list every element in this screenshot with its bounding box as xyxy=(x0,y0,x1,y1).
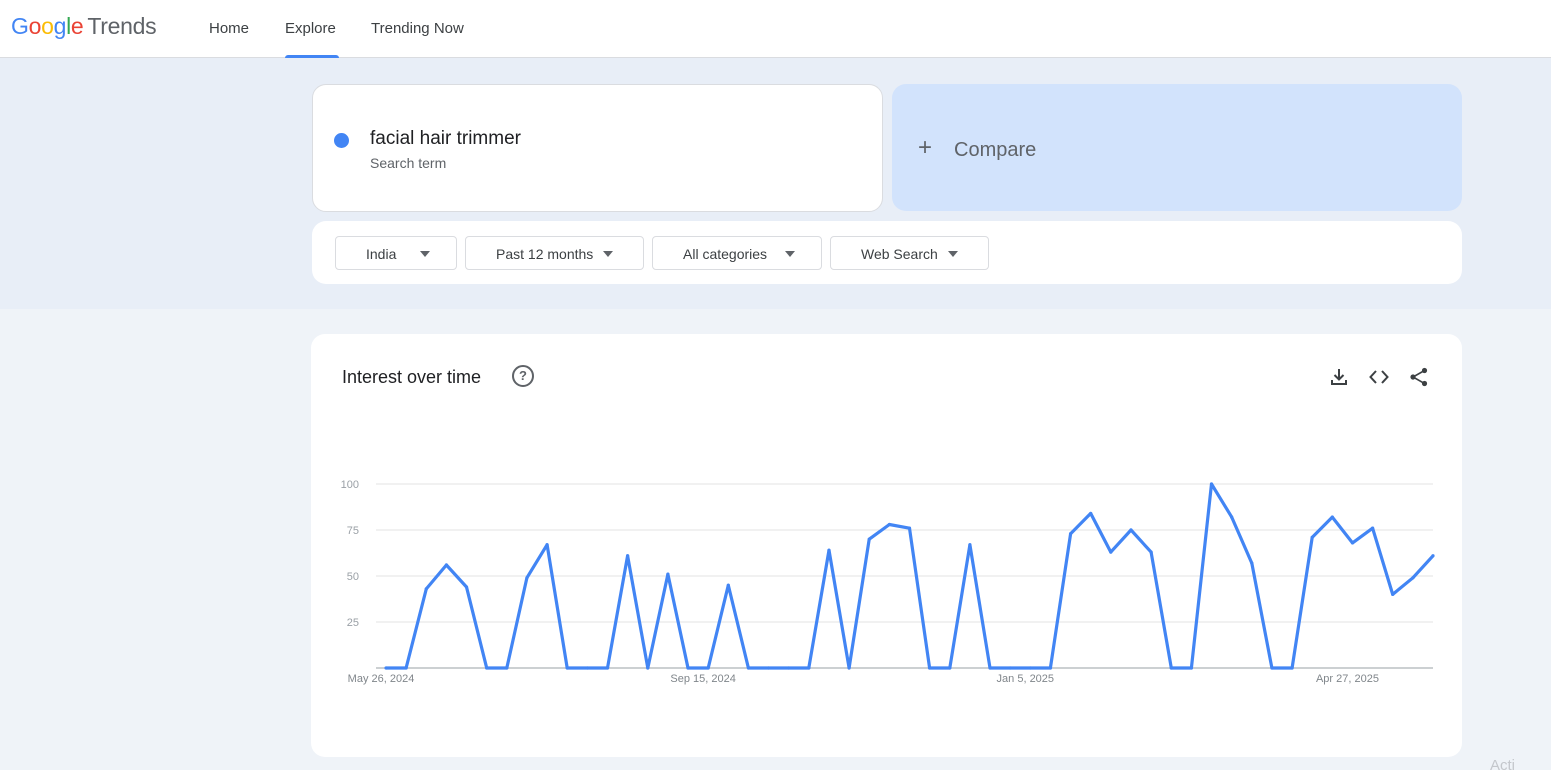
data-point xyxy=(968,543,972,547)
compare-button[interactable]: + Compare xyxy=(892,84,1462,211)
activate-windows-watermark: Acti xyxy=(1490,757,1516,774)
search-term-type: Search term xyxy=(370,155,447,171)
data-point xyxy=(1089,511,1093,516)
y-tick-label: 50 xyxy=(347,571,359,583)
data-point xyxy=(1230,515,1234,519)
interest-over-time-card: Interest over time ? 25 50 75 100 May 26, 20… xyxy=(311,334,1462,757)
data-point xyxy=(605,666,610,670)
google-trends-logo[interactable]: Google Trends xyxy=(11,13,157,40)
data-point xyxy=(867,537,871,541)
data-point xyxy=(887,522,891,527)
data-point xyxy=(1068,532,1073,536)
data-point xyxy=(525,576,529,580)
data-point xyxy=(1391,592,1395,596)
tab-explore[interactable]: Explore xyxy=(285,0,336,58)
search-type-filter-dropdown[interactable]: Web Search xyxy=(830,236,989,270)
time-range-filter-dropdown[interactable]: Past 12 months xyxy=(465,236,644,270)
data-point xyxy=(585,666,589,670)
data-point xyxy=(666,572,670,576)
data-point xyxy=(1310,535,1314,539)
data-point xyxy=(847,666,851,670)
dropdown-arrow-icon xyxy=(948,251,958,257)
data-point xyxy=(1028,666,1032,670)
x-tick-label: Jan 5, 2025 xyxy=(997,673,1054,685)
data-point xyxy=(1290,666,1294,670)
data-point xyxy=(444,563,449,567)
data-point xyxy=(1149,550,1153,554)
data-point xyxy=(1209,482,1214,486)
data-point xyxy=(1169,666,1173,670)
x-tick-label: Apr 27, 2025 xyxy=(1316,673,1379,685)
logo-google-text: Google xyxy=(11,13,84,39)
data-point xyxy=(1008,666,1012,670)
time-range-filter-label: Past 12 months xyxy=(496,246,594,262)
data-point xyxy=(726,583,730,587)
data-point xyxy=(1048,666,1053,670)
dropdown-arrow-icon xyxy=(420,251,430,257)
logo-trends-text: Trends xyxy=(87,13,157,39)
category-filter-dropdown[interactable]: All categories xyxy=(652,236,822,270)
data-point xyxy=(907,526,912,530)
data-point xyxy=(1129,528,1133,532)
term-color-dot xyxy=(334,133,349,148)
data-point xyxy=(827,548,831,552)
data-point xyxy=(706,666,710,670)
data-point xyxy=(948,666,952,670)
data-point xyxy=(626,554,630,558)
region-filter-dropdown[interactable]: India xyxy=(335,236,457,270)
data-point xyxy=(1330,515,1334,519)
filters-bar: India Past 12 months All categories Web … xyxy=(312,221,1462,284)
search-term-text[interactable]: facial hair trimmer xyxy=(370,128,521,150)
interest-line-chart: 25 50 75 100 May 26, 2024 Sep 15, 2024 Jan 5, … xyxy=(341,479,1435,685)
data-point xyxy=(1109,550,1113,554)
data-point xyxy=(1189,666,1193,670)
region-filter-label: India xyxy=(366,246,397,262)
search-type-filter-label: Web Search xyxy=(861,246,938,262)
tab-trending-now[interactable]: Trending Now xyxy=(371,0,464,58)
y-tick-label: 100 xyxy=(341,479,359,491)
data-point xyxy=(988,666,992,670)
data-point xyxy=(505,666,509,670)
data-point xyxy=(766,666,771,670)
compare-label: Compare xyxy=(954,139,1037,161)
y-tick-label: 75 xyxy=(347,525,359,537)
data-point xyxy=(1270,666,1274,670)
data-point xyxy=(565,666,569,670)
y-tick-label: 25 xyxy=(347,617,359,629)
data-point xyxy=(686,666,690,670)
data-point xyxy=(746,666,751,670)
data-point xyxy=(928,666,932,670)
data-point xyxy=(1431,554,1435,558)
data-point xyxy=(1411,576,1415,580)
plus-icon: + xyxy=(918,134,933,161)
data-point xyxy=(1350,541,1355,545)
x-tick-label: Sep 15, 2024 xyxy=(670,673,735,685)
data-point xyxy=(404,666,408,670)
dropdown-arrow-icon xyxy=(603,251,613,257)
x-tick-label: May 26, 2024 xyxy=(348,673,415,685)
category-filter-label: All categories xyxy=(683,246,768,262)
data-point xyxy=(807,666,811,670)
top-bar: Google Trends Home Explore Trending Now xyxy=(0,0,1551,58)
data-point xyxy=(424,587,428,591)
search-term-card[interactable]: facial hair trimmer Search term xyxy=(312,84,883,212)
data-point xyxy=(1370,526,1375,530)
data-point xyxy=(646,666,650,670)
data-point xyxy=(787,666,791,670)
data-point xyxy=(1250,561,1254,565)
data-point xyxy=(485,666,489,670)
tab-home[interactable]: Home xyxy=(209,0,249,58)
dropdown-arrow-icon xyxy=(785,251,795,257)
data-point xyxy=(384,666,388,670)
data-point xyxy=(545,543,549,547)
data-point xyxy=(464,585,469,589)
